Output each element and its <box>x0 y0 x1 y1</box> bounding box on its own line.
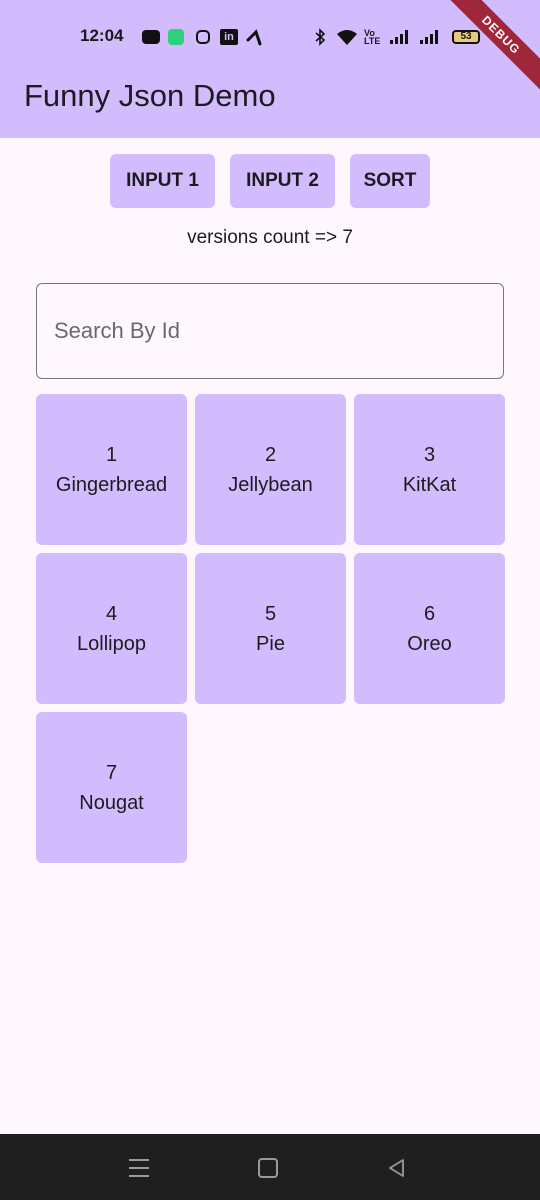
system-nav-bar <box>0 1134 540 1200</box>
version-id: 7 <box>105 761 118 784</box>
version-name: KitKat <box>402 473 457 496</box>
search-input[interactable] <box>36 283 504 379</box>
telenor-icon <box>246 28 266 46</box>
version-id: 2 <box>264 443 277 466</box>
app-bar: 12:04 in Vo LTE 53 DEBUG Funny Json Demo <box>0 0 540 138</box>
signal-icon <box>390 28 408 46</box>
version-id: 1 <box>105 443 118 466</box>
signal-icon <box>420 28 438 46</box>
version-tile[interactable]: 7 Nougat <box>36 712 187 863</box>
instagram-icon <box>196 28 210 46</box>
version-tile[interactable]: 5 Pie <box>195 553 346 704</box>
status-bar: 12:04 in Vo LTE 53 <box>0 20 540 54</box>
version-name: Jellybean <box>228 473 313 496</box>
version-name: Oreo <box>407 632 452 655</box>
version-tile[interactable]: 3 KitKat <box>354 394 505 545</box>
version-tile[interactable]: 2 Jellybean <box>195 394 346 545</box>
page-title: Funny Json Demo <box>24 78 276 113</box>
versions-count: versions count => 7 <box>187 227 353 248</box>
version-id: 6 <box>423 602 436 625</box>
home-icon[interactable] <box>258 1158 278 1178</box>
input2-button[interactable]: INPUT 2 <box>230 154 335 208</box>
version-name: Gingerbread <box>55 473 168 496</box>
wifi-icon <box>336 28 358 46</box>
version-id: 5 <box>264 602 277 625</box>
versions-grid: 1 Gingerbread 2 Jellybean 3 KitKat 4 Lol… <box>36 394 505 863</box>
bluetooth-icon <box>314 28 326 46</box>
version-name: Lollipop <box>77 632 146 655</box>
version-tile[interactable]: 1 Gingerbread <box>36 394 187 545</box>
version-id: 4 <box>105 602 118 625</box>
version-tile[interactable]: 4 Lollipop <box>36 553 187 704</box>
recents-icon[interactable] <box>129 1156 153 1180</box>
volte-icon: Vo LTE <box>364 28 381 46</box>
action-buttons: INPUT 1 INPUT 2 SORT <box>0 154 540 208</box>
version-tile[interactable]: 6 Oreo <box>354 553 505 704</box>
version-id: 3 <box>423 443 436 466</box>
version-name: Pie <box>256 632 285 655</box>
battery-icon: 53 <box>452 28 480 46</box>
youtube-icon <box>142 28 160 46</box>
linkedin-icon: in <box>220 28 238 46</box>
back-icon[interactable] <box>385 1156 409 1180</box>
version-name: Nougat <box>79 791 144 814</box>
sort-button[interactable]: SORT <box>350 154 430 208</box>
input1-button[interactable]: INPUT 1 <box>110 154 215 208</box>
status-time: 12:04 <box>80 26 124 45</box>
app-icon <box>168 28 184 46</box>
battery-level: 53 <box>452 30 480 44</box>
